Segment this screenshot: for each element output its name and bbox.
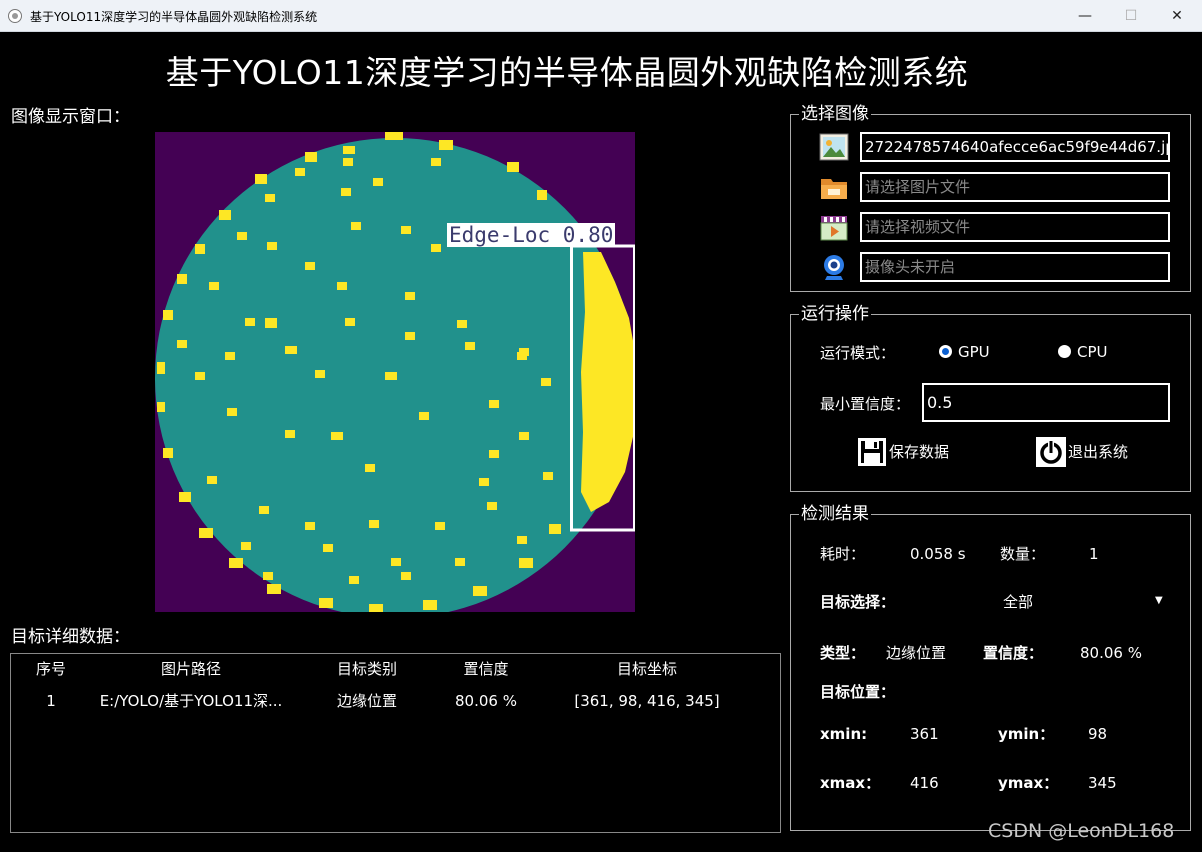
- target-select-label: 目标选择：: [820, 593, 896, 611]
- column-header-class: 目标类别: [336, 660, 397, 678]
- column-header-confidence: 置信度: [463, 660, 509, 678]
- image-panel-label: 图像显示窗口：: [11, 107, 130, 127]
- confidence-value: 80.06 %: [1080, 644, 1142, 662]
- type-label: 类型：: [820, 644, 866, 662]
- image-icon[interactable]: [819, 132, 849, 162]
- detection-label: Edge-Loc 0.80: [447, 223, 616, 247]
- minimize-button[interactable]: —: [1062, 0, 1108, 32]
- gpu-radio-label[interactable]: GPU: [958, 342, 990, 362]
- time-label: 耗时：: [820, 545, 866, 563]
- xmax-label: xmax：: [820, 774, 881, 792]
- image-display: Edge-Loc 0.80: [155, 132, 635, 612]
- ymax-value: 345: [1088, 774, 1117, 792]
- cell-class: 边缘位置: [336, 692, 397, 710]
- xmin-value: 361: [910, 725, 939, 743]
- video-file-input[interactable]: 请选择视频文件: [860, 212, 1170, 242]
- count-value: 1: [1089, 545, 1099, 563]
- target-position-label: 目标位置：: [820, 683, 896, 701]
- chevron-down-icon[interactable]: ▼: [1155, 591, 1163, 611]
- folder-icon[interactable]: [819, 172, 849, 202]
- cell-coords: [361, 98, 416, 345]: [574, 692, 720, 710]
- gpu-radio[interactable]: [939, 345, 952, 358]
- min-confidence-input[interactable]: 0.5: [922, 383, 1170, 422]
- table-row[interactable]: 1 E:/YOLO/基于YOLO11深... 边缘位置 80.06 % [361…: [11, 688, 780, 714]
- min-confidence-label: 最小置信度：: [820, 395, 911, 413]
- results-title: 检测结果: [799, 504, 871, 524]
- close-button[interactable]: ✕: [1154, 0, 1200, 32]
- page-title: 基于YOLO11深度学习的半导体晶圆外观缺陷检测系统: [165, 53, 969, 92]
- ymin-value: 98: [1088, 725, 1108, 743]
- count-label: 数量：: [1000, 545, 1046, 563]
- app-icon: [8, 9, 22, 23]
- select-image-title: 选择图像: [799, 104, 871, 124]
- maximize-button[interactable]: ☐: [1108, 0, 1154, 32]
- target-select-dropdown[interactable]: 全部: [1003, 592, 1033, 612]
- cell-path: E:/YOLO/基于YOLO11深...: [99, 692, 283, 710]
- video-icon[interactable]: [819, 212, 849, 242]
- image-folder-input[interactable]: 请选择图片文件: [860, 172, 1170, 202]
- confidence-label: 置信度：: [983, 644, 1044, 662]
- column-header-path: 图片路径: [160, 660, 221, 678]
- results-table[interactable]: 序号 图片路径 目标类别 置信度 目标坐标 1 E:/YOLO/基于YOLO11…: [10, 653, 781, 833]
- camera-icon[interactable]: [819, 252, 849, 282]
- type-value: 边缘位置: [886, 644, 947, 662]
- ymin-label: ymin：: [998, 725, 1055, 743]
- cpu-radio-label[interactable]: CPU: [1077, 342, 1108, 362]
- exit-system-button[interactable]: 退出系统: [1068, 442, 1128, 462]
- cell-confidence: 80.06 %: [455, 692, 517, 710]
- run-mode-label: 运行模式：: [820, 344, 896, 362]
- save-icon[interactable]: [857, 437, 887, 467]
- window-title: 基于YOLO11深度学习的半导体晶圆外观缺陷检测系统: [30, 10, 318, 24]
- camera-input[interactable]: 摄像头未开启: [860, 252, 1170, 282]
- time-value: 0.058 s: [910, 545, 966, 563]
- watermark: CSDN @LeonDL168: [988, 820, 1175, 842]
- table-label: 目标详细数据：: [11, 627, 130, 647]
- column-header-coords: 目标坐标: [616, 660, 677, 678]
- xmin-label: xmin:: [820, 725, 868, 743]
- run-title: 运行操作: [799, 304, 871, 324]
- cpu-radio[interactable]: [1058, 345, 1071, 358]
- ymax-label: ymax：: [998, 774, 1059, 792]
- window-titlebar: 基于YOLO11深度学习的半导体晶圆外观缺陷检测系统 — ☐ ✕: [0, 0, 1202, 32]
- xmax-value: 416: [910, 774, 939, 792]
- table-header: 序号 图片路径 目标类别 置信度 目标坐标: [11, 656, 780, 682]
- save-data-button[interactable]: 保存数据: [889, 442, 949, 462]
- power-icon[interactable]: [1036, 437, 1066, 467]
- wafer-map-image: [155, 132, 635, 612]
- image-file-input[interactable]: 2722478574640afecce6ac59f9e44d67.jpg: [860, 132, 1170, 162]
